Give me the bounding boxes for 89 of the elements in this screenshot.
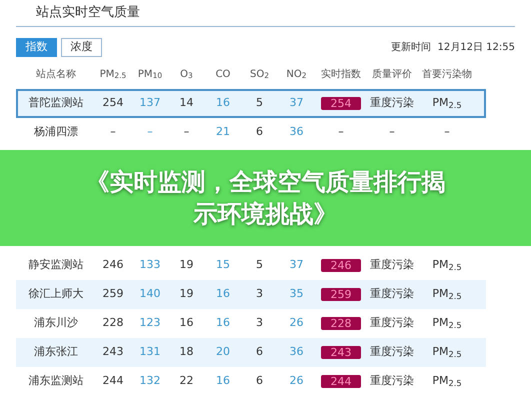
table-cell-text: 重度污染 (370, 344, 414, 360)
table-cell-text: – (147, 124, 153, 140)
update-time: 更新时间 12月12日 12:55 (391, 40, 515, 55)
table-cell-text: – (444, 124, 450, 140)
table-cell-text: 14 (180, 95, 194, 112)
table-cell-text: 36 (290, 344, 304, 360)
table-cell-text: 19 (180, 286, 194, 302)
table-cell-text: 15 (216, 257, 230, 274)
table-cell-text: 35 (290, 286, 304, 302)
table-cell-text: 243 (102, 344, 124, 360)
section-title: 站点实时空气质量 (35, 4, 141, 22)
table-cell-text: 徐汇上师大 (28, 286, 84, 302)
table-row[interactable]: 普陀监测站 254 137 14 16 5 37 254 重度污染 PM$_{2.5}$ (16, 89, 486, 118)
aqi-badge: 244 (321, 375, 361, 388)
aqi-badge: 259 (321, 288, 361, 301)
table-cell-text: 137 (140, 95, 160, 112)
aqi-badge: 228 (321, 317, 361, 330)
banner-title: 示环境挑战》 (194, 199, 338, 230)
table-cell-text: 26 (290, 373, 304, 390)
table-cell-text: 普陀监测站 (28, 95, 84, 112)
aqi-badge: 254 (321, 97, 361, 110)
table-cell-text: 16 (216, 315, 230, 332)
table-cell-text: – (184, 124, 190, 140)
table-cell-text: 6 (256, 373, 263, 390)
table-cell-text: 16 (216, 286, 230, 302)
toggle-tab[interactable]: 指数 (16, 38, 57, 57)
table-cell-text: 131 (140, 344, 160, 360)
table-cell-text: 19 (180, 257, 194, 274)
table-cell-text: 5 (256, 95, 263, 112)
table-cell-text: 132 (140, 373, 160, 390)
column-header: 站点名称 (36, 68, 76, 82)
table-cell-text: 重度污染 (370, 373, 414, 390)
table-cell: PM$_{2.5}$ (432, 373, 462, 390)
aqi-badge: 246 (321, 259, 361, 272)
column-header: NO$_{2}$ (286, 68, 307, 82)
table-cell: PM$_{2.5}$ (432, 95, 462, 112)
column-header: SO$_{2}$ (250, 68, 269, 82)
table-cell-text: 16 (216, 95, 230, 112)
table-cell: PM$_{2.5}$ (432, 315, 462, 332)
banner-title: 《实时监测，全球空气质量排行揭 (86, 167, 446, 198)
table-cell-text: 浦东川沙 (34, 315, 78, 332)
table-cell-text: 重度污染 (370, 315, 414, 332)
table-cell-text: 22 (180, 373, 194, 390)
table-cell-text: 重度污染 (370, 257, 414, 274)
table-cell-text: 26 (290, 315, 304, 332)
table-cell-text: 37 (290, 95, 304, 112)
table-cell-text: 20 (216, 344, 230, 360)
table-row[interactable]: 浦东张江 243 131 18 20 6 36 243 重度污染 PM$_{2.5}$ (16, 338, 486, 367)
table-cell-text: 21 (216, 124, 230, 140)
column-header: 质量评价 (372, 68, 412, 82)
column-header: O$_{3}$ (180, 68, 193, 82)
table-cell-text: 5 (256, 257, 263, 274)
table-cell-text: 16 (180, 315, 194, 332)
table-cell-text: 静安监测站 (28, 257, 84, 274)
column-header: CO (216, 68, 230, 82)
aqi-badge: 243 (321, 346, 361, 359)
table-cell-text: 123 (140, 315, 160, 332)
table-row[interactable]: 徐汇上师大 259 140 19 16 3 35 259 重度污染 PM$_{2.5}$ (16, 280, 486, 309)
table-cell: PM$_{2.5}$ (432, 257, 462, 274)
table-cell-text: 228 (102, 315, 124, 332)
table-cell-text: 254 (102, 95, 124, 112)
toggle-tab[interactable]: 浓度 (61, 38, 102, 57)
table-cell-text: 浦东张江 (34, 344, 78, 360)
column-header: PM$_{2.5}$ (100, 68, 126, 82)
table-cell: PM$_{2.5}$ (432, 344, 462, 361)
table-cell-text: 浦东监测站 (28, 373, 84, 390)
table-cell-text: 重度污染 (370, 95, 414, 112)
table-cell-text: – (110, 124, 116, 140)
table-cell-text: – (389, 124, 395, 140)
table-cell-text: 16 (216, 373, 230, 390)
column-header: PM$_{10}$ (138, 68, 162, 82)
table-cell-text: 36 (290, 124, 304, 140)
table-cell-text: 杨浦四漂 (34, 124, 78, 140)
table-cell-text: 3 (256, 286, 263, 302)
table-cell-text: 259 (102, 286, 124, 302)
column-header: 实时指数 (321, 68, 361, 82)
table-cell-text: 140 (140, 286, 160, 302)
table-cell-text: 246 (102, 257, 124, 274)
table-cell: PM$_{2.5}$ (432, 286, 462, 303)
table-cell-text: 244 (102, 373, 124, 390)
column-header: 首要污染物 (422, 68, 472, 82)
table-cell-text: 18 (180, 344, 194, 360)
table-cell-text: 6 (256, 124, 263, 140)
table-cell-text: 133 (140, 257, 160, 274)
table-cell-text: – (338, 124, 344, 140)
table-cell-text: 3 (256, 315, 263, 332)
table-cell-text: 重度污染 (370, 286, 414, 302)
table-cell-text: 37 (290, 257, 304, 274)
table-cell-text: 6 (256, 344, 263, 360)
